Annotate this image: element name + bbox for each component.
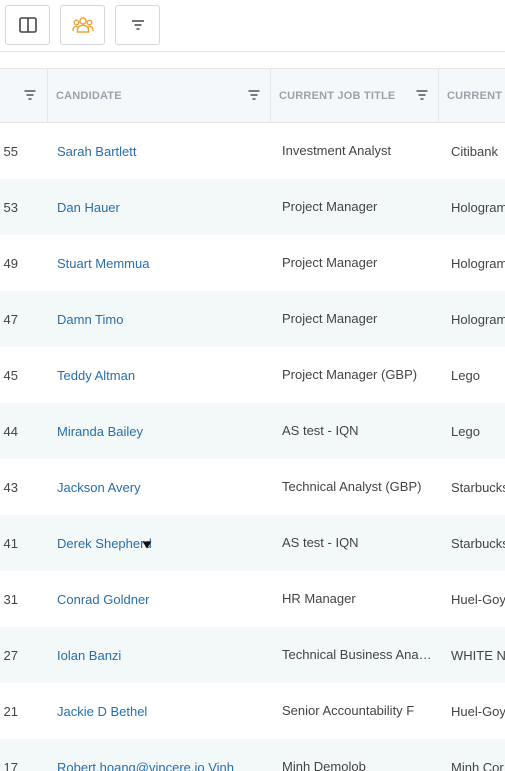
table-row[interactable]: 49 Stuart Memmua Project Manager Hologram [0,235,505,291]
employer-cell: Hologram [451,311,505,327]
column-header-label: CURRENT JOB TITLE [279,90,396,102]
table-header: CANDIDATE CURRENT JOB TITLE CURRENT E [0,68,505,123]
row-id-cell: 47 [0,291,40,347]
row-id: 17 [3,759,18,771]
employer-cell: Huel-Goy [451,591,505,607]
column-header-label: CURRENT E [447,90,505,102]
candidate-name-link[interactable]: Conrad Goldner [57,571,267,627]
job-title-cell: AS test - IQN [282,535,359,550]
job-title-cell: Project Manager [282,255,378,270]
row-id: 43 [3,479,18,495]
row-id-cell: 55 [0,123,40,179]
employer-cell: WHITE N [451,647,505,663]
candidate-name-link[interactable]: Robert.hoang@vincere.io Vinh [57,739,267,771]
candidate-name-link[interactable]: Teddy Altman [57,347,267,403]
row-id-cell: 53 [0,179,40,235]
filter-button[interactable] [115,5,160,45]
employer-cell: Hologram [451,255,505,271]
job-title-cell: Project Manager [282,199,378,214]
row-id: 41 [3,535,18,551]
row-id-cell: 44 [0,403,40,459]
row-id: 21 [3,703,18,719]
toolbar [0,0,505,52]
row-id: 47 [3,311,18,327]
employer-cell: Hologram [451,199,505,215]
table-row[interactable]: 53 Dan Hauer Project Manager Hologram [0,179,505,235]
table-row[interactable]: 43 Jackson Avery Technical Analyst (GBP) St… [0,459,505,515]
candidate-name-link[interactable]: Iolan Banzi [57,627,267,683]
table-row[interactable]: 17 Robert.hoang@vincere.io Vinh Minh Demol… [0,739,505,771]
row-id: 44 [3,423,18,439]
job-title-cell: HR Manager [282,591,356,606]
column-filter-icon[interactable] [24,90,36,100]
table-row[interactable]: 45 Teddy Altman Project Manager (GBP) Lego [0,347,505,403]
row-id-cell: 21 [0,683,40,739]
candidate-name-link[interactable]: Miranda Bailey [57,403,267,459]
column-header-label: CANDIDATE [56,90,122,102]
column-header-id[interactable] [0,69,47,123]
column-header-current-employer[interactable]: CURRENT E [438,69,505,123]
row-id-cell: 41 [0,515,40,571]
job-title-cell: Minh Demolob [282,759,366,771]
row-id-cell: 45 [0,347,40,403]
row-id-cell: 17 [0,739,40,771]
candidate-name-link[interactable]: Sarah Bartlett [57,123,267,179]
team-view-button[interactable] [60,5,105,45]
table-row[interactable]: 47 Damn Timo Project Manager Hologram [0,291,505,347]
employer-cell: Lego [451,423,480,439]
row-id: 45 [3,367,18,383]
job-title-cell: Technical Analyst (GBP) [282,479,422,494]
row-id: 49 [3,255,18,271]
row-id-cell: 43 [0,459,40,515]
row-id: 31 [3,591,18,607]
employer-cell: Minh Cor [451,759,504,771]
employer-cell: Huel-Goy [451,703,505,719]
row-id: 55 [3,143,18,159]
row-id-cell: 27 [0,627,40,683]
table-row[interactable]: 31 Conrad Goldner HR Manager Huel-Goy [0,571,505,627]
column-header-candidate[interactable]: CANDIDATE [47,69,270,123]
table-row[interactable]: 21 Jackie D Bethel Senior Accountability F… [0,683,505,739]
table-row[interactable]: 27 Iolan Banzi Technical Business Analyst W… [0,627,505,683]
mouse-cursor-icon [142,541,152,549]
job-title-cell: Project Manager (GBP) [282,367,418,382]
employer-cell: Lego [451,367,480,383]
column-filter-icon[interactable] [248,90,260,100]
column-filter-icon[interactable] [416,90,428,100]
team-icon [71,17,94,33]
job-title-cell: Senior Accountability F [282,703,415,718]
employer-cell: Starbucks [451,479,505,495]
job-title-cell: AS test - IQN [282,423,359,438]
table-row[interactable]: 55 Sarah Bartlett Investment Analyst Citiba… [0,123,505,179]
candidate-name-link[interactable]: Jackson Avery [57,459,267,515]
candidate-name-link[interactable]: Stuart Memmua [57,235,267,291]
column-header-current-job-title[interactable]: CURRENT JOB TITLE [270,69,438,123]
columns-icon [18,17,37,33]
job-title-cell: Investment Analyst [282,143,392,158]
columns-layout-button[interactable] [5,5,50,45]
table-row[interactable]: 44 Miranda Bailey AS test - IQN Lego [0,403,505,459]
candidate-name-link[interactable]: Damn Timo [57,291,267,347]
table-row[interactable]: 41 Derek Shepherd AS test - IQN Starbucks [0,515,505,571]
job-title-cell: Project Manager [282,311,378,326]
row-id-cell: 49 [0,235,40,291]
job-title-cell: Technical Business Analyst [282,647,434,662]
candidate-name-link[interactable]: Jackie D Bethel [57,683,267,739]
candidate-name-link[interactable]: Dan Hauer [57,179,267,235]
row-id: 27 [3,647,18,663]
employer-cell: Starbucks [451,535,505,551]
row-id-cell: 31 [0,571,40,627]
filter-icon [131,20,144,30]
employer-cell: Citibank [451,143,498,159]
table-body: 55 Sarah Bartlett Investment Analyst Citiba… [0,123,505,771]
row-id: 53 [3,199,18,215]
candidate-name-link[interactable]: Derek Shepherd [57,515,267,571]
candidates-table: CANDIDATE CURRENT JOB TITLE CURRENT E 55… [0,68,505,771]
